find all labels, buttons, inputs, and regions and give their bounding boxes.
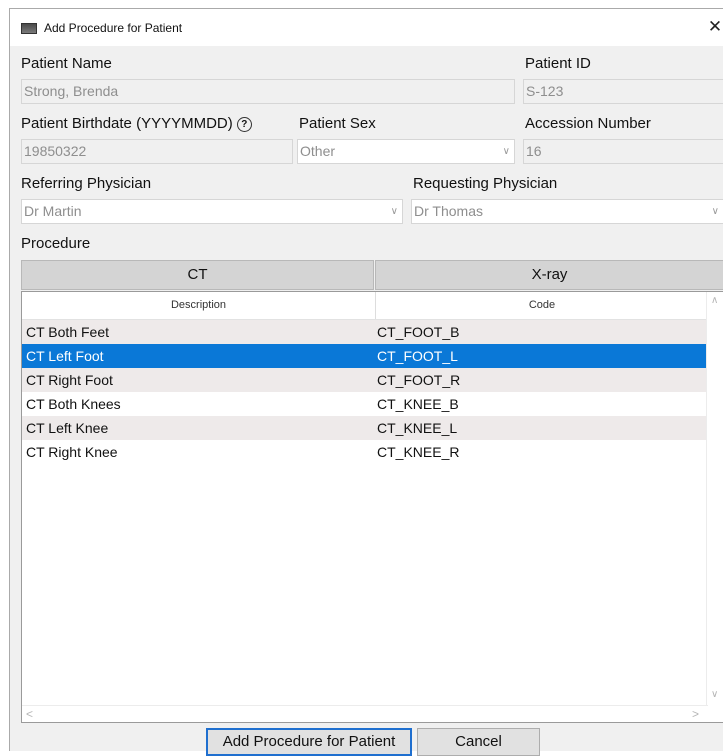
cancel-button[interactable]: Cancel (417, 728, 540, 756)
table-row[interactable]: CT Left Knee CT_KNEE_L (22, 416, 708, 440)
vertical-scrollbar[interactable]: ∧ ∨ (706, 292, 723, 722)
procedure-table: Description Code CT Both Feet CT_FOOT_B … (21, 291, 723, 723)
cell-code: CT_KNEE_B (377, 396, 459, 412)
birthdate-label: Patient Birthdate (YYYYMMDD)? (21, 115, 252, 132)
requesting-physician-select[interactable]: Dr Thomas ∨ (411, 199, 723, 224)
scroll-down-icon[interactable]: ∨ (711, 689, 718, 700)
procedure-label: Procedure (21, 235, 91, 252)
cell-description: CT Left Knee (26, 420, 109, 436)
patient-sex-value: Other (300, 143, 336, 159)
tab-x-ray[interactable]: X-ray (375, 260, 723, 290)
birthdate-field[interactable]: 19850322 (21, 139, 293, 164)
cell-description: CT Both Knees (26, 396, 121, 412)
chevron-down-icon: ∨ (390, 206, 398, 217)
cell-description: CT Both Feet (26, 324, 110, 340)
table-row[interactable]: CT Both Feet CT_FOOT_B (22, 320, 708, 344)
table-header: Description Code (22, 292, 708, 320)
cell-code: CT_FOOT_L (377, 348, 458, 364)
cell-code: CT_KNEE_L (377, 420, 458, 436)
cell-code: CT_FOOT_R (377, 372, 461, 388)
tab-ct[interactable]: CT (21, 260, 374, 290)
close-icon[interactable]: ✕ (707, 17, 723, 37)
cell-description: CT Left Foot (26, 348, 104, 364)
requesting-physician-label: Requesting Physician (413, 175, 558, 192)
table-row-selected[interactable]: CT Left Foot CT_FOOT_L (22, 344, 708, 368)
scroll-left-icon[interactable]: < (26, 707, 33, 721)
dialog-window: Add Procedure for Patient ✕ Patient Name… (9, 8, 723, 756)
chevron-down-icon: ∨ (711, 206, 719, 217)
scroll-right-icon[interactable]: > (692, 707, 699, 721)
referring-physician-select[interactable]: Dr Martin ∨ (21, 199, 403, 224)
requesting-physician-value: Dr Thomas (414, 203, 483, 219)
chevron-down-icon: ∨ (502, 146, 510, 157)
table-row[interactable]: CT Both Knees CT_KNEE_B (22, 392, 708, 416)
table-row[interactable]: CT Right Knee CT_KNEE_R (22, 440, 708, 464)
help-circle-icon[interactable]: ? (236, 117, 252, 132)
column-header-description[interactable]: Description (22, 292, 375, 319)
accession-field[interactable]: 16 (523, 139, 723, 164)
referring-physician-label: Referring Physician (21, 175, 152, 192)
patient-name-label: Patient Name (21, 55, 112, 72)
patient-sex-select[interactable]: Other ∨ (297, 139, 515, 164)
window-app-icon (21, 23, 37, 34)
title-bar: Add Procedure for Patient ✕ (10, 9, 723, 46)
scroll-up-icon[interactable]: ∧ (711, 295, 718, 306)
patient-name-field[interactable]: Strong, Brenda (21, 79, 515, 104)
table-row[interactable]: CT Right Foot CT_FOOT_R (22, 368, 708, 392)
horizontal-scrollbar[interactable]: < > (22, 705, 708, 722)
patient-id-field[interactable]: S-123 (523, 79, 723, 104)
patient-id-label: Patient ID (525, 55, 591, 72)
birthdate-label-text: Patient Birthdate (YYYYMMDD) (21, 115, 233, 132)
cell-code: CT_KNEE_R (377, 444, 460, 460)
patient-sex-label: Patient Sex (299, 115, 376, 132)
cell-description: CT Right Knee (26, 444, 118, 460)
window-title: Add Procedure for Patient (44, 21, 183, 35)
add-procedure-button[interactable]: Add Procedure for Patient (206, 728, 412, 756)
cell-description: CT Right Foot (26, 372, 113, 388)
column-header-code[interactable]: Code (376, 292, 708, 319)
referring-physician-value: Dr Martin (24, 203, 82, 219)
accession-label: Accession Number (525, 115, 651, 132)
cell-code: CT_FOOT_B (377, 324, 460, 340)
